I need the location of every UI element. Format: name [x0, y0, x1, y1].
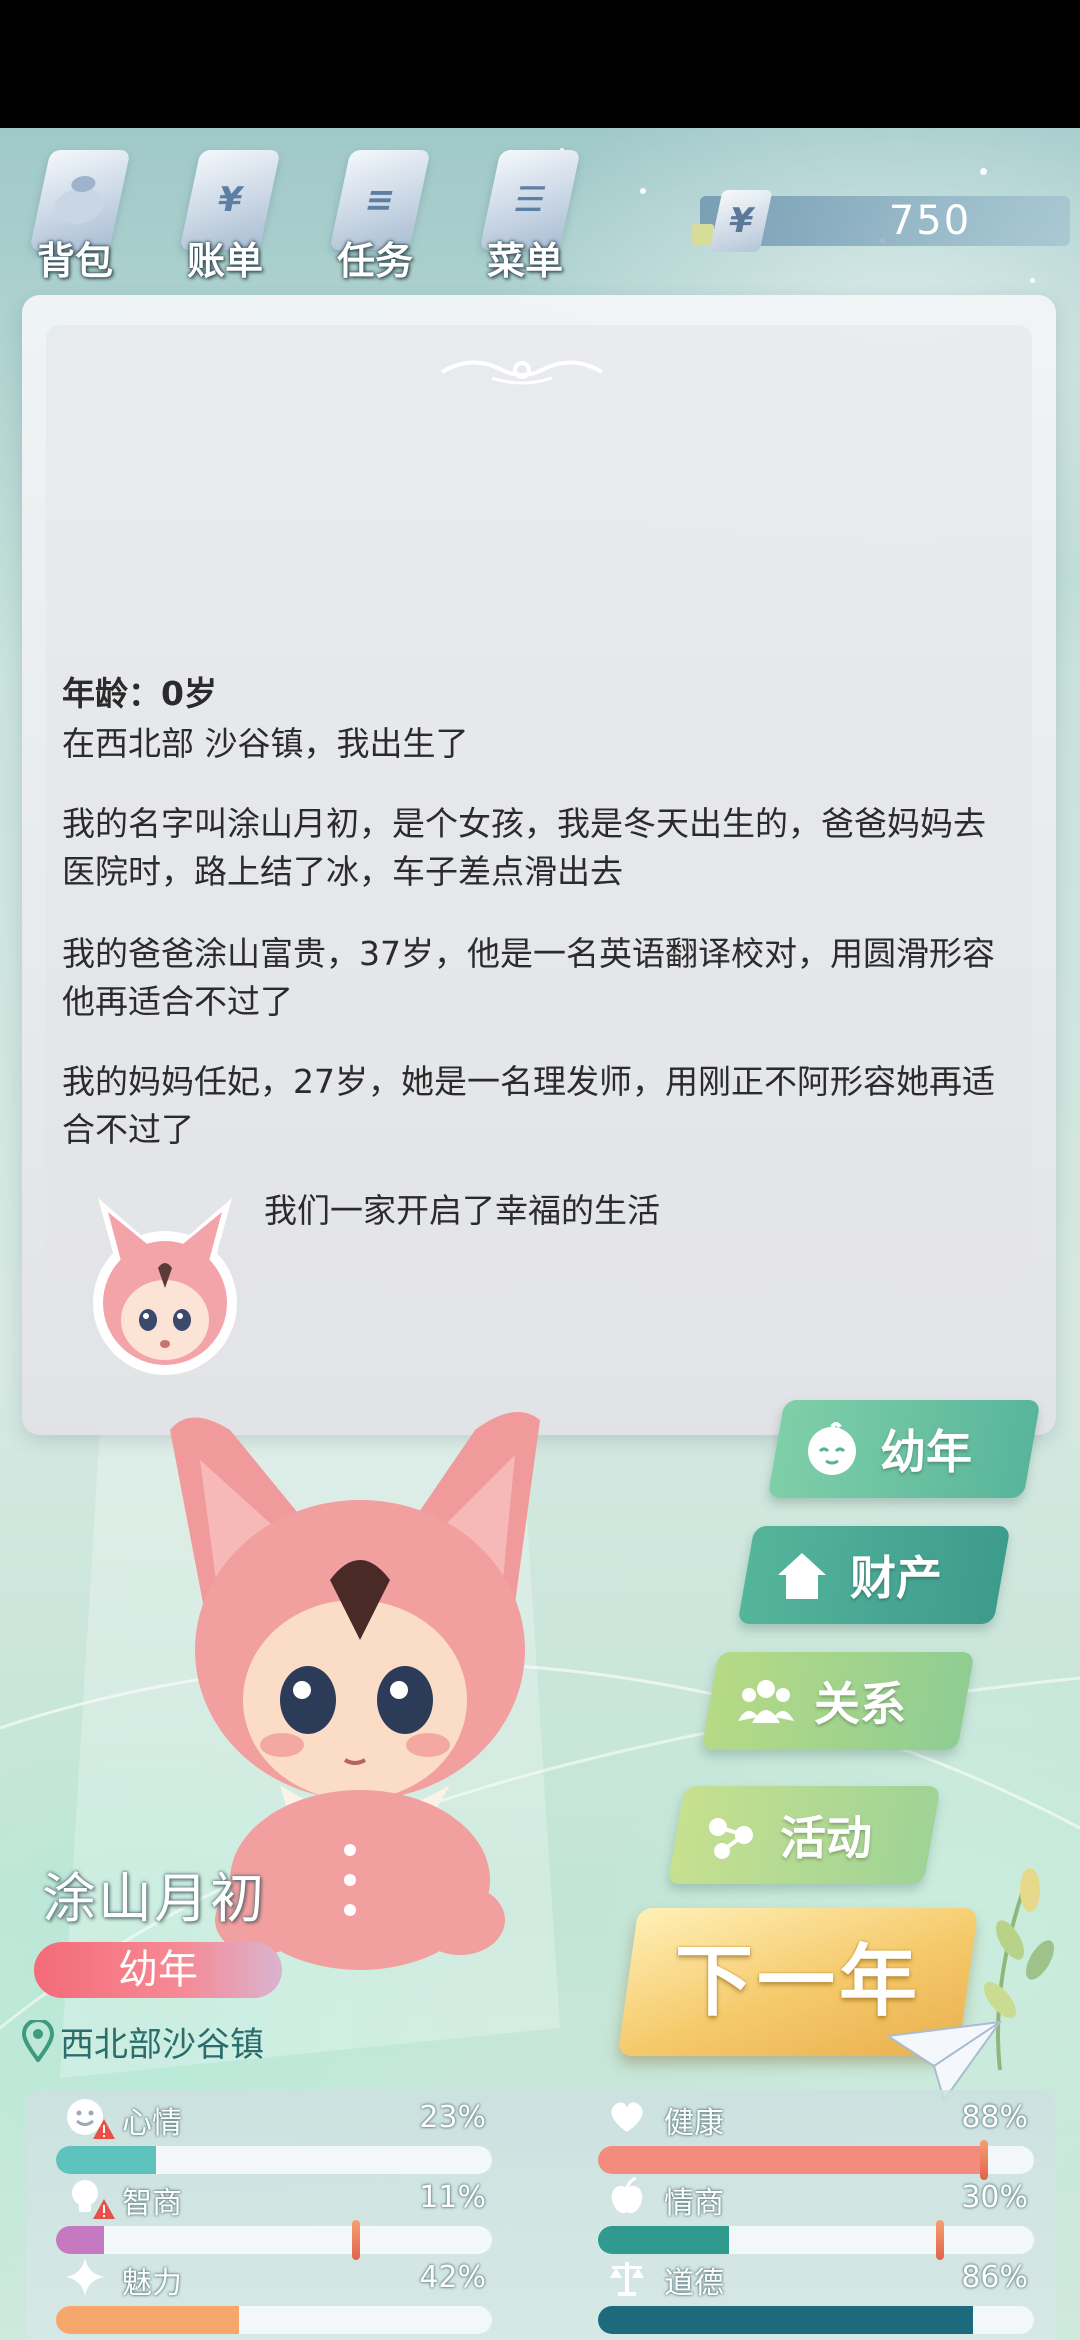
stat-bar	[56, 2306, 492, 2334]
stat-label: 情商	[664, 2186, 724, 2221]
stat-mood: 心情 23%	[56, 2096, 492, 2176]
story-paragraph: 我的爸爸涂山富贵，37岁，他是一名英语翻译校对，用圆滑形容他再适合不过了	[62, 934, 995, 1021]
stat-health: 健康 88%	[598, 2096, 1034, 2180]
menu-label: 菜单	[486, 239, 563, 283]
story-paragraph: 我的名字叫涂山月初，是个女孩，我是冬天出生的，爸爸妈妈去医院时，路上结了冰，车子…	[62, 804, 986, 891]
activity-button[interactable]: 活动	[667, 1786, 941, 1884]
stat-fill	[598, 2226, 729, 2254]
location-pin-icon	[22, 2020, 54, 2062]
youth-button[interactable]: 幼年	[767, 1400, 1041, 1498]
stat-fill	[56, 2306, 240, 2334]
stat-value: 11%	[419, 2180, 486, 2215]
stat-value: 42%	[419, 2260, 486, 2295]
age-line: 年龄：0岁	[62, 674, 217, 713]
stat-bar	[56, 2146, 492, 2174]
task-label: 任务	[336, 239, 413, 283]
location-row: 西北部沙谷镇	[22, 2016, 322, 2066]
heart-icon	[611, 2102, 643, 2132]
property-button[interactable]: 财产	[737, 1526, 1011, 1624]
backpack-button[interactable]: 背包	[0, 140, 150, 290]
relations-button[interactable]: 关系	[701, 1652, 975, 1750]
scales-icon	[610, 2262, 644, 2296]
stat-value: 23%	[419, 2100, 486, 2135]
stat-label: 心情	[122, 2106, 182, 2141]
stat-eq: 情商 30%	[598, 2176, 1034, 2260]
warning-icon	[93, 2199, 115, 2219]
ornament-divider-icon	[440, 360, 604, 385]
stat-fill	[56, 2226, 104, 2254]
stat-bar	[598, 2226, 1034, 2254]
character-name: 涂山月初	[42, 1867, 266, 1930]
status-bar	[0, 0, 1080, 128]
stat-fill	[598, 2146, 982, 2174]
story-paragraph: 我的妈妈任妃，27岁，她是一名理发师，用刚正不阿形容她再适合不过了	[62, 1062, 995, 1149]
bill-button[interactable]: ¥ 账单	[150, 140, 300, 290]
task-button[interactable]: ≡ 任务	[300, 140, 450, 290]
stat-bar	[56, 2226, 492, 2254]
people-icon	[738, 1680, 794, 1723]
story-paragraph: 在西北部 沙谷镇，我出生了	[62, 724, 469, 763]
money-value: 750	[888, 198, 972, 244]
stat-label: 道德	[664, 2266, 724, 2301]
stat-label: 魅力	[122, 2266, 182, 2301]
location-text: 西北部沙谷镇	[60, 2024, 264, 2065]
stat-bar	[598, 2146, 1034, 2174]
threshold-marker	[980, 2140, 988, 2180]
youth-label: 幼年	[880, 1425, 972, 1479]
stat-value: 88%	[961, 2100, 1028, 2135]
stat-iq: 智商 11%	[56, 2176, 492, 2260]
stat-charm: 魅力 42%	[56, 2256, 492, 2336]
story-paragraph: 我们一家开启了幸福的生活	[264, 1191, 660, 1230]
stat-label: 健康	[664, 2106, 724, 2141]
property-label: 财产	[850, 1551, 942, 1605]
stat-label: 智商	[122, 2186, 182, 2221]
menu-button[interactable]: ☰ 菜单	[450, 140, 600, 290]
activity-label: 活动	[780, 1811, 872, 1865]
threshold-marker	[352, 2220, 360, 2260]
apple-icon	[611, 2176, 643, 2214]
baby-face-icon	[808, 1422, 856, 1475]
threshold-marker	[936, 2220, 944, 2260]
character-avatar-icon	[93, 1198, 237, 1375]
bill-label: 账单	[186, 239, 263, 283]
house-icon	[778, 1553, 826, 1599]
sparkle-icon	[66, 2258, 104, 2296]
life-stage-badge: 幼年	[34, 1942, 282, 1998]
share-nodes-icon	[709, 1818, 753, 1859]
stat-bar	[598, 2306, 1034, 2334]
relations-label: 关系	[814, 1677, 906, 1731]
backpack-label: 背包	[36, 239, 113, 283]
stat-value: 86%	[961, 2260, 1028, 2295]
warning-icon	[93, 2119, 115, 2139]
stat-value: 30%	[961, 2180, 1028, 2215]
stat-morality: 道德 86%	[598, 2256, 1034, 2336]
stat-fill	[56, 2146, 157, 2174]
stat-fill	[598, 2306, 973, 2334]
